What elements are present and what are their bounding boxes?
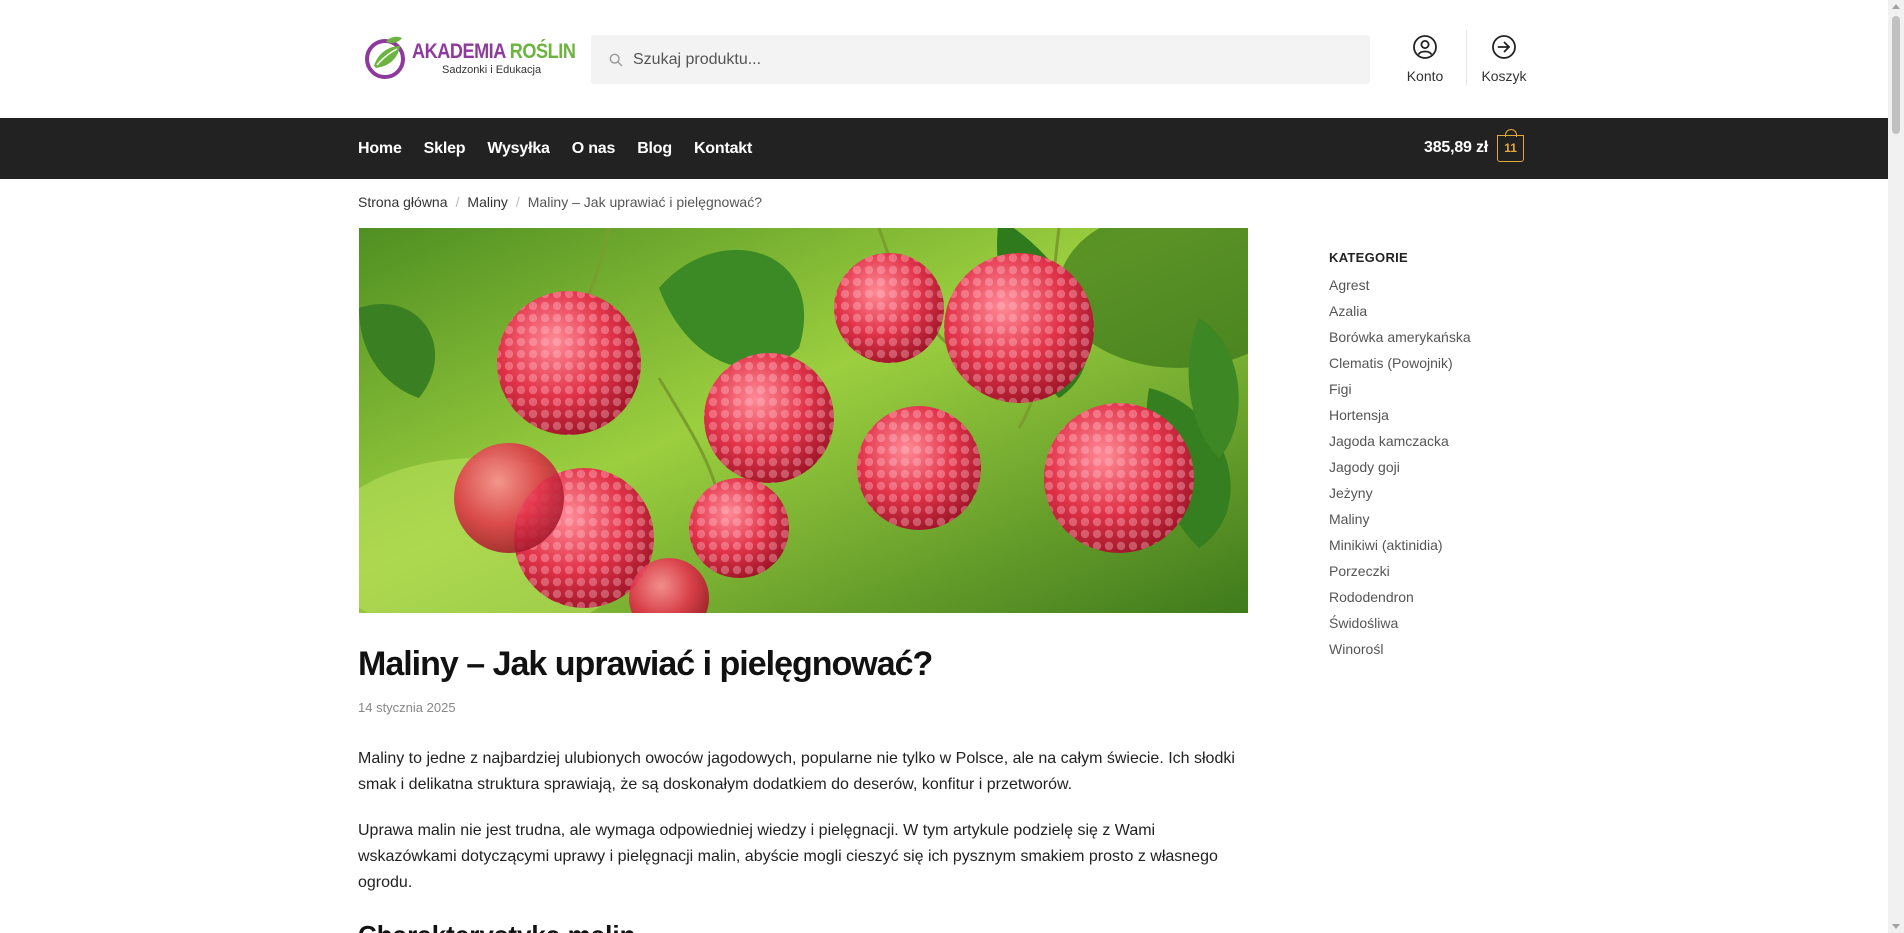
search-icon — [609, 53, 623, 66]
article-section-heading: Charakterystyka malin — [358, 920, 635, 933]
nav-item-o-nas[interactable]: O nas — [572, 140, 616, 158]
main-navigation: Home Sklep Wysyłka O nas Blog Kontakt 38… — [0, 118, 1888, 179]
cart-label: Koszyk — [1481, 68, 1527, 84]
category-item[interactable]: Agrest — [1329, 275, 1559, 301]
nav-item-blog[interactable]: Blog — [637, 140, 672, 158]
article-featured-image — [359, 228, 1248, 613]
scroll-thumb[interactable] — [1892, 16, 1900, 134]
category-item[interactable]: Winorośl — [1329, 639, 1559, 665]
user-circle-icon — [1413, 35, 1437, 59]
account-label: Konto — [1406, 68, 1444, 84]
arrow-circle-right-icon — [1492, 35, 1516, 59]
search-bar[interactable] — [591, 35, 1370, 84]
logo-subtitle: Sadzonki i Edukacja — [442, 63, 542, 76]
site-logo[interactable]: AKADEMIA ROŚLIN Sadzonki i Edukacja — [364, 34, 576, 82]
category-item[interactable]: Figi — [1329, 379, 1559, 405]
account-link[interactable]: Konto — [1404, 34, 1446, 84]
cart-link[interactable]: Koszyk — [1480, 34, 1528, 84]
category-item[interactable]: Jeżyny — [1329, 483, 1559, 509]
scroll-down-icon[interactable] — [1892, 924, 1900, 929]
category-list: Agrest Azalia Borówka amerykańska Clemat… — [1329, 275, 1559, 665]
category-item[interactable]: Jagoda kamczacka — [1329, 431, 1559, 457]
nav-menu: Home Sklep Wysyłka O nas Blog Kontakt — [358, 118, 774, 179]
search-input[interactable] — [633, 50, 1333, 69]
category-item[interactable]: Jagody goji — [1329, 457, 1559, 483]
nav-item-sklep[interactable]: Sklep — [424, 140, 466, 158]
cart-total: 385,89 zł — [1424, 139, 1489, 156]
category-item[interactable]: Azalia — [1329, 301, 1559, 327]
site-header: AKADEMIA ROŚLIN Sadzonki i Edukacja Kont… — [0, 0, 1888, 118]
category-item[interactable]: Clematis (Powojnik) — [1329, 353, 1559, 379]
category-item[interactable]: Świdośliwa — [1329, 613, 1559, 639]
article-paragraph: Maliny to jedne z najbardziej ulubionych… — [358, 750, 1235, 793]
breadcrumb-home[interactable]: Strona główna — [358, 194, 448, 210]
article-paragraph: Uprawa malin nie jest trudna, ale wymaga… — [358, 822, 1218, 891]
breadcrumb-separator: / — [515, 194, 520, 210]
category-item[interactable]: Minikiwi (aktinidia) — [1329, 535, 1559, 561]
sidebar-categories: KATEGORIE Agrest Azalia Borówka amerykań… — [1329, 250, 1559, 665]
breadcrumb-category[interactable]: Maliny — [467, 194, 507, 210]
nav-item-kontakt[interactable]: Kontakt — [694, 140, 752, 158]
category-item[interactable]: Rododendron — [1329, 587, 1559, 613]
shopping-bag-icon: 11 — [1497, 128, 1525, 162]
cart-count: 11 — [1504, 141, 1517, 155]
breadcrumb: Strona główna / Maliny / Maliny – Jak up… — [358, 194, 762, 210]
category-item[interactable]: Porzeczki — [1329, 561, 1559, 587]
mini-cart[interactable]: 385,89 zł 11 — [1424, 128, 1525, 164]
nav-item-home[interactable]: Home — [358, 140, 402, 158]
logo-emblem-icon — [365, 36, 405, 79]
category-item[interactable]: Borówka amerykańska — [1329, 327, 1559, 353]
scroll-up-icon[interactable] — [1892, 4, 1900, 9]
nav-item-wysylka[interactable]: Wysyłka — [487, 140, 550, 158]
logo-title: AKADEMIA ROŚLIN — [412, 39, 576, 63]
sidebar-title: KATEGORIE — [1329, 250, 1409, 265]
article-title: Maliny – Jak uprawiać i pielęgnować? — [358, 645, 933, 683]
category-item[interactable]: Hortensja — [1329, 405, 1559, 431]
category-item[interactable]: Maliny — [1329, 509, 1559, 535]
page-scrollbar[interactable] — [1888, 0, 1904, 933]
breadcrumb-separator: / — [455, 194, 460, 210]
header-divider — [1466, 30, 1467, 86]
article-date: 14 stycznia 2025 — [358, 700, 456, 715]
breadcrumb-current: Maliny – Jak uprawiać i pielęgnować? — [527, 194, 762, 210]
